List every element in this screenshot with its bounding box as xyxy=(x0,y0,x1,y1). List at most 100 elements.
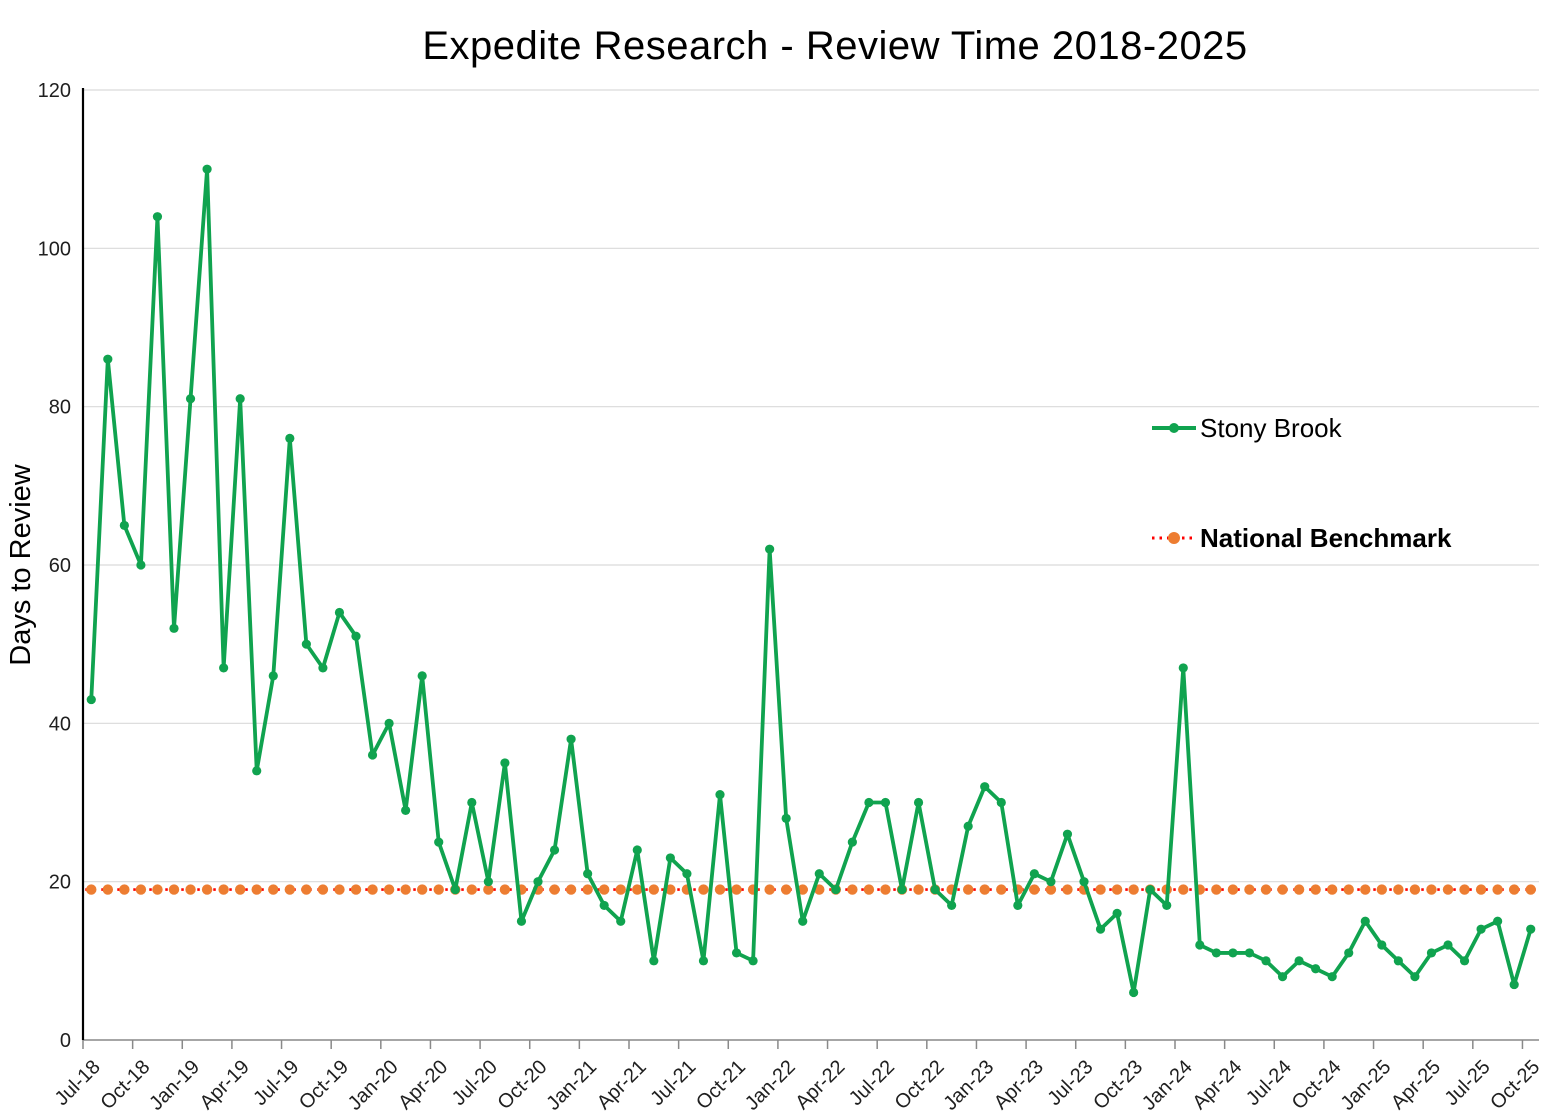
stony-brook-marker xyxy=(269,671,278,680)
benchmark-marker xyxy=(119,884,129,894)
benchmark-marker xyxy=(1277,884,1287,894)
x-tick-label: Apr-21 xyxy=(593,1056,651,1112)
stony-brook-marker xyxy=(1294,956,1303,965)
benchmark-marker xyxy=(698,884,708,894)
stony-brook-marker xyxy=(1096,925,1105,934)
stony-brook-legend-swatch xyxy=(1152,421,1196,435)
benchmark-marker xyxy=(715,884,725,894)
benchmark-marker xyxy=(467,884,477,894)
benchmark-marker xyxy=(864,884,874,894)
x-tick-label: Jan-21 xyxy=(542,1056,601,1112)
stony-brook-marker xyxy=(484,877,493,886)
benchmark-marker xyxy=(1492,884,1502,894)
stony-brook-marker xyxy=(401,806,410,815)
stony-brook-line xyxy=(91,169,1530,992)
benchmark-marker xyxy=(202,884,212,894)
stony-brook-marker xyxy=(1377,940,1386,949)
benchmark-marker xyxy=(417,884,427,894)
benchmark-marker xyxy=(1344,884,1354,894)
x-tick-label: Jul-21 xyxy=(646,1056,700,1110)
benchmark-marker xyxy=(996,884,1006,894)
stony-brook-marker xyxy=(1361,917,1370,926)
stony-brook-marker xyxy=(418,671,427,680)
stony-brook-marker xyxy=(1493,917,1502,926)
stony-brook-marker xyxy=(1013,901,1022,910)
benchmark-marker xyxy=(103,884,113,894)
benchmark-marker xyxy=(1360,884,1370,894)
y-tick-label: 40 xyxy=(49,713,71,735)
chart-page: { "title": "Expedite Research - Review T… xyxy=(0,0,1547,1112)
benchmark-marker xyxy=(1526,884,1536,894)
y-tick-label: 80 xyxy=(49,397,71,419)
stony-brook-marker xyxy=(186,394,195,403)
y-tick-label: 0 xyxy=(60,1030,71,1052)
national-benchmark-legend-swatch xyxy=(1152,530,1196,546)
x-tick-label: Jan-25 xyxy=(1337,1056,1396,1112)
benchmark-marker xyxy=(500,884,510,894)
stony-brook-marker xyxy=(318,663,327,672)
legend-label-stony-brook: Stony Brook xyxy=(1200,413,1342,444)
stony-brook-marker xyxy=(1046,877,1055,886)
benchmark-marker xyxy=(285,884,295,894)
benchmark-marker xyxy=(1459,884,1469,894)
x-tick-label: Jul-19 xyxy=(249,1056,303,1110)
x-tick-label: Jul-23 xyxy=(1043,1056,1097,1110)
x-tick-label: Jan-20 xyxy=(344,1056,403,1112)
stony-brook-marker xyxy=(682,869,691,878)
stony-brook-marker xyxy=(1410,972,1419,981)
benchmark-marker xyxy=(1476,884,1486,894)
x-tick-label: Jan-22 xyxy=(741,1056,800,1112)
stony-brook-marker xyxy=(533,877,542,886)
benchmark-marker xyxy=(1261,884,1271,894)
stony-brook-marker xyxy=(1443,940,1452,949)
x-tick-label: Jan-23 xyxy=(939,1056,998,1112)
y-axis-title: Days to Review xyxy=(5,463,37,666)
benchmark-marker xyxy=(1211,884,1221,894)
stony-brook-marker xyxy=(566,735,575,744)
stony-brook-marker xyxy=(153,212,162,221)
benchmark-marker xyxy=(434,884,444,894)
stony-brook-marker xyxy=(748,956,757,965)
stony-brook-marker xyxy=(1311,964,1320,973)
benchmark-marker xyxy=(582,884,592,894)
stony-brook-marker xyxy=(1179,663,1188,672)
benchmark-marker xyxy=(1509,884,1519,894)
stony-brook-marker xyxy=(997,798,1006,807)
x-tick-label: Oct-19 xyxy=(295,1056,353,1112)
benchmark-marker xyxy=(1029,884,1039,894)
x-tick-label: Apr-25 xyxy=(1387,1056,1445,1112)
x-tick-label: Jul-24 xyxy=(1242,1056,1296,1110)
stony-brook-marker xyxy=(219,663,228,672)
benchmark-marker xyxy=(1112,884,1122,894)
x-tick-label: Jul-18 xyxy=(51,1056,105,1110)
stony-brook-marker xyxy=(120,521,129,530)
stony-brook-marker xyxy=(467,798,476,807)
stony-brook-marker xyxy=(87,695,96,704)
x-tick-label: Oct-22 xyxy=(891,1056,949,1112)
x-tick-label: Oct-21 xyxy=(692,1056,750,1112)
stony-brook-marker xyxy=(285,434,294,443)
stony-brook-marker xyxy=(732,948,741,957)
x-tick-label: Jul-25 xyxy=(1441,1056,1495,1110)
stony-brook-marker xyxy=(1261,956,1270,965)
benchmark-marker xyxy=(301,884,311,894)
stony-brook-marker xyxy=(1146,885,1155,894)
stony-brook-marker xyxy=(384,719,393,728)
benchmark-marker xyxy=(731,884,741,894)
benchmark-marker xyxy=(566,884,576,894)
benchmark-marker xyxy=(549,884,559,894)
stony-brook-marker xyxy=(1476,925,1485,934)
stony-brook-marker xyxy=(815,869,824,878)
stony-brook-marker xyxy=(302,640,311,649)
benchmark-marker xyxy=(218,884,228,894)
benchmark-marker xyxy=(318,884,328,894)
stony-brook-marker xyxy=(947,901,956,910)
benchmark-marker xyxy=(616,884,626,894)
legend-item-national-benchmark: National Benchmark xyxy=(1152,518,1451,558)
stony-brook-marker xyxy=(1328,972,1337,981)
x-tick-label: Jul-22 xyxy=(845,1056,899,1110)
stony-brook-marker xyxy=(765,545,774,554)
benchmark-marker xyxy=(1327,884,1337,894)
stony-brook-marker xyxy=(980,782,989,791)
benchmark-marker xyxy=(1377,884,1387,894)
